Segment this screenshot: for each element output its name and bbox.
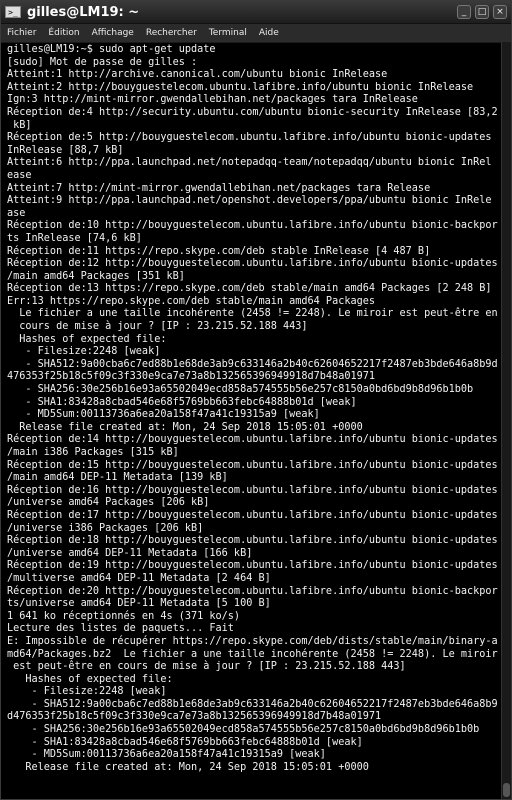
menu-aide[interactable]: Aide [259, 28, 279, 38]
vertical-scrollbar[interactable] [501, 42, 511, 799]
maximize-button[interactable]: □ [475, 5, 489, 19]
menu-rechercher[interactable]: Rechercher [146, 28, 197, 38]
terminal-line: ease [7, 169, 32, 181]
terminal-line: /main amd64 DEP-11 Metadata [139 kB] [7, 472, 228, 484]
terminal-window: >_ gilles@LM19: ~ _ □ × Fichier Édition … [0, 0, 512, 800]
terminal-line: Release file created at: Mon, 24 Sep 201… [7, 421, 363, 433]
terminal-line: Hashes of expected file: [7, 333, 167, 345]
terminal-line: gilles@LM19:~$ sudo apt-get update [7, 44, 216, 55]
menu-edition[interactable]: Édition [48, 28, 79, 38]
terminal-line: - MD5Sum:00113736a6ea20a158f47a41c19315a… [7, 749, 326, 761]
window-title: gilles@LM19: ~ [27, 4, 140, 20]
scrollbar-thumb[interactable] [503, 783, 510, 797]
terminal-line: est peut-être en cours de mise à jour ? … [7, 661, 406, 673]
terminal-line: - SHA1:83428a8cbad546e68f5769bb663febc64… [7, 736, 363, 748]
terminal-line: Réception de:11 https://repo.skype.com/d… [7, 245, 431, 257]
terminal-line: - MD5Sum:00113736a6ea20a158f47a41c19315a… [7, 409, 320, 421]
terminal-line: md64/Packages.bz2 Le fichier a une taill… [7, 648, 498, 660]
terminal-line: /universe amd64 Packages [206 kB] [7, 497, 210, 509]
terminal-line: kB] [7, 119, 32, 131]
terminal-line: /universe i386 Packages [206 kB] [7, 522, 204, 534]
terminal-line: Ign:3 http://mint-mirror.gwendallebihan.… [7, 94, 418, 106]
terminal-line: [sudo] Mot de passe de gilles : [7, 56, 198, 68]
terminal-line: Release file created at: Mon, 24 Sep 201… [7, 761, 369, 773]
close-button[interactable]: × [493, 5, 507, 19]
terminal-line: Réception de:14 http://bouyguestelecom.u… [7, 434, 498, 446]
terminal-line: /multiverse amd64 DEP-11 Metadata [2 464… [7, 572, 271, 584]
terminal-output[interactable]: gilles@LM19:~$ sudo apt-get update [sudo]… [1, 42, 501, 799]
terminal-line: Réception de:10 http://bouyguestelecom.u… [7, 220, 498, 232]
terminal-line: Réception de:16 http://bouyguestelecom.u… [7, 484, 498, 496]
terminal-line: - SHA512:9a00cba6c7ed88b1e68de3ab9c63314… [7, 358, 498, 370]
terminal-line: Réception de:13 https://repo.skype.com/d… [7, 283, 492, 295]
terminal-line: InRelease [88,7 kB] [7, 144, 124, 156]
terminal-line: Réception de:17 http://bouyguestelecom.u… [7, 509, 498, 521]
terminal-line: Atteint:1 http://archive.canonical.com/u… [7, 69, 388, 81]
menu-terminal[interactable]: Terminal [209, 28, 247, 38]
terminal-line: 476353f25b18c5f09c3f330e9ca7e73a8b132565… [7, 371, 376, 383]
terminal-app-icon: >_ [5, 6, 21, 18]
terminal-line: /main amd64 Packages [351 kB] [7, 270, 185, 282]
terminal-line: Hashes of expected file: [7, 673, 173, 685]
terminal-line: E: Impossible de récupérer https://repo.… [7, 635, 498, 647]
terminal-line: 1 641 ko réceptionnés en 4s (371 ko/s) [7, 610, 241, 622]
terminal-line: - SHA1:83428a8cbad546e68f5769bb663febc64… [7, 396, 357, 408]
terminal-line: Le fichier a une taille incohérente (245… [7, 308, 498, 320]
terminal-line: cours de mise à jour ? [IP : 23.215.52.1… [7, 321, 308, 333]
window-controls: _ □ × [457, 5, 507, 19]
terminal-line: Réception de:4 http://security.ubuntu.co… [7, 106, 498, 118]
terminal-line: ts/universe amd64 DEP-11 Metadata [5 100… [7, 598, 271, 610]
terminal-line: - Filesize:2248 [weak] [7, 686, 167, 698]
terminal-line: - SHA256:30e256b16e93a65502049ecd858a574… [7, 384, 474, 396]
menu-fichier[interactable]: Fichier [7, 28, 36, 38]
terminal-line: ts InRelease [74,6 kB] [7, 232, 142, 244]
terminal-line: Réception de:19 http://bouyguestelecom.u… [7, 560, 498, 572]
terminal-line: ase [7, 207, 26, 219]
terminal-line: Atteint:6 http://ppa.launchpad.net/notep… [7, 157, 492, 169]
terminal-line: - Filesize:2248 [weak] [7, 346, 161, 358]
terminal-line: Lecture des listes de paquets... Fait [7, 623, 234, 635]
terminal-line: Réception de:20 http://bouyguestelecom.u… [7, 585, 498, 597]
terminal-line: - SHA512:9a00cba6c7ed88b1e68de3ab9c63314… [7, 698, 498, 710]
menu-bar: Fichier Édition Affichage Rechercher Ter… [1, 24, 511, 43]
terminal-line: Atteint:2 http://bouyguestelecom.ubuntu.… [7, 81, 474, 93]
menu-affichage[interactable]: Affichage [92, 28, 134, 38]
terminal-line: Réception de:12 http://bouyguestelecom.u… [7, 258, 498, 270]
terminal-line: Réception de:5 http://bouyguestelecom.ub… [7, 132, 492, 144]
terminal-line: d476353f25b18c5f09c3f330e9ca7e73a8b13256… [7, 711, 382, 723]
terminal-line: /main i386 Packages [315 kB] [7, 447, 179, 458]
terminal-line: - SHA256:30e256b16e93a65502049ecd858a574… [7, 724, 480, 736]
title-bar[interactable]: >_ gilles@LM19: ~ _ □ × [1, 1, 511, 24]
terminal-line: Err:13 https://repo.skype.com/deb stable… [7, 295, 376, 307]
terminal-line: /universe amd64 DEP-11 Metadata [166 kB] [7, 547, 253, 559]
terminal-line: Réception de:18 http://bouyguestelecom.u… [7, 535, 498, 547]
terminal-line: Atteint:9 http://ppa.launchpad.net/opens… [7, 195, 492, 207]
terminal-line: Atteint:7 http://mint-mirror.gwendallebi… [7, 182, 431, 194]
terminal-line: Réception de:15 http://bouyguestelecom.u… [7, 459, 498, 471]
minimize-button[interactable]: _ [457, 5, 471, 19]
